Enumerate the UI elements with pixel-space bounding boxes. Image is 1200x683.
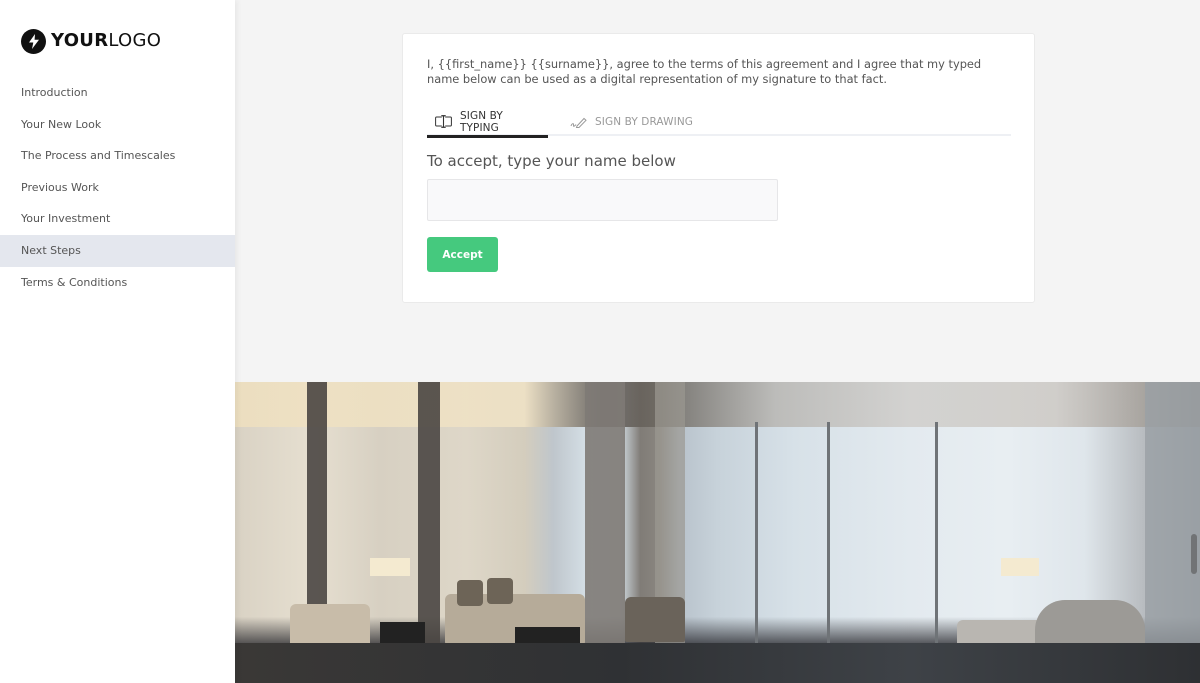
signature-card: I, {{first_name}} {{surname}}, agree to … xyxy=(402,33,1035,303)
logo-text-bold: YOUR xyxy=(51,30,109,51)
sidebar-item-next-steps[interactable]: Next Steps xyxy=(0,234,235,267)
sidebar: YOURLOGO Introduction Your New Look The … xyxy=(0,0,235,683)
hero-cushion xyxy=(457,580,483,606)
logo[interactable]: YOURLOGO xyxy=(21,28,161,54)
sidebar-nav: Introduction Your New Look The Process a… xyxy=(0,77,235,298)
hero-lamp xyxy=(1001,558,1039,576)
sidebar-item-your-investment[interactable]: Your Investment xyxy=(0,203,235,235)
hero-lamp xyxy=(370,558,410,576)
sidebar-item-introduction[interactable]: Introduction xyxy=(0,77,235,109)
hero-window-frame xyxy=(935,422,938,643)
tab-sign-by-typing[interactable]: SIGN BY TYPING xyxy=(427,107,548,138)
agreement-text: I, {{first_name}} {{surname}}, agree to … xyxy=(427,57,982,86)
signature-tabs: SIGN BY TYPING SIGN BY DRAWING xyxy=(427,107,1011,138)
hero-interior-image xyxy=(235,382,1200,683)
tab-sign-by-drawing[interactable]: SIGN BY DRAWING xyxy=(570,107,693,136)
sidebar-item-terms-conditions[interactable]: Terms & Conditions xyxy=(0,267,235,299)
sidebar-item-previous-work[interactable]: Previous Work xyxy=(0,172,235,204)
page-scrollbar[interactable] xyxy=(1188,0,1200,683)
hero-cushion xyxy=(487,578,513,604)
accept-button[interactable]: Accept xyxy=(427,237,498,272)
hero-dining-chairs xyxy=(625,597,685,642)
name-input[interactable] xyxy=(427,179,778,221)
scrollbar-thumb[interactable] xyxy=(1191,534,1197,574)
hero-ceiling xyxy=(235,382,1200,427)
tab-sign-by-drawing-label: SIGN BY DRAWING xyxy=(595,115,694,128)
hero-floor xyxy=(235,643,1200,683)
logo-text: YOURLOGO xyxy=(51,32,161,50)
sidebar-item-your-new-look[interactable]: Your New Look xyxy=(0,109,235,141)
tab-sign-by-typing-label: SIGN BY TYPING xyxy=(460,109,503,134)
pen-signature-icon xyxy=(570,116,587,128)
accept-instruction: To accept, type your name below xyxy=(427,152,676,170)
hero-window-frame xyxy=(827,422,830,643)
text-cursor-icon xyxy=(435,115,452,128)
hero-pillar xyxy=(585,382,625,683)
lightning-bolt-icon xyxy=(21,28,46,54)
sidebar-item-process-timescales[interactable]: The Process and Timescales xyxy=(0,140,235,172)
hero-window-frame xyxy=(755,422,758,643)
main-content: I, {{first_name}} {{surname}}, agree to … xyxy=(235,0,1200,683)
logo-text-light: LOGO xyxy=(108,30,162,51)
